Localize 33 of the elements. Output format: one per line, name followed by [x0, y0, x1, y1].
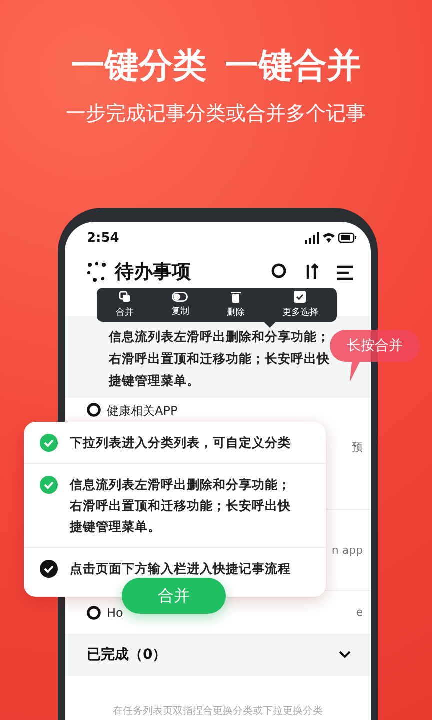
completed-label: 已完成（0）: [87, 646, 167, 664]
task-checkbox[interactable]: [87, 606, 101, 620]
callout-bubble: 长按合并: [330, 330, 420, 382]
menu-icon[interactable]: [335, 263, 355, 281]
search-icon[interactable]: [271, 263, 289, 281]
status-time: 2:54: [87, 230, 120, 246]
chevron-down-icon[interactable]: [339, 651, 351, 659]
merge-icon: [118, 291, 131, 303]
task-text: e: [356, 606, 363, 619]
headline: 一键合并: [225, 45, 361, 88]
menu-action[interactable]: 复制: [171, 292, 190, 318]
task-text: 健康相关APP: [107, 403, 178, 420]
feature-text: 点击页面下方输入栏进入快捷记事流程: [70, 560, 291, 578]
feature-text: 信息流列表左滑呼出删除和分享功能；右滑呼出置顶和迁移功能；长安呼出快捷键管理菜单。: [70, 476, 292, 536]
note-text: 信息流列表左滑呼出删除和分享功能；右滑呼出置顶和迁移功能；长安呼出快捷键管理菜单。: [109, 328, 331, 390]
completed-section[interactable]: 已完成（0）: [65, 634, 371, 676]
menu-action[interactable]: 合并: [116, 291, 134, 319]
logo-icon: [87, 262, 107, 282]
hint-text: 在任务列表页双指捏合更换分类或下拉更换分类: [112, 704, 324, 718]
menu-action[interactable]: 更多选择: [282, 291, 318, 319]
trash-icon: [230, 291, 241, 303]
status-icons: [305, 232, 357, 244]
task-text: 预: [352, 440, 363, 455]
app-title: 待办事项: [115, 260, 191, 285]
headline: 一键分类: [71, 45, 207, 88]
toggle-icon: [172, 292, 188, 302]
menu-action[interactable]: 删除: [226, 291, 245, 319]
feature-text: 下拉列表进入分类列表，可自定义分类: [70, 434, 291, 452]
subtitle: 一步完成记事分类或合并多个记事: [65, 100, 367, 126]
task-text: n app: [332, 544, 363, 556]
task-checkbox[interactable]: [87, 403, 101, 417]
checkbox-icon: [294, 291, 306, 303]
task-text: Ho: [107, 606, 124, 620]
